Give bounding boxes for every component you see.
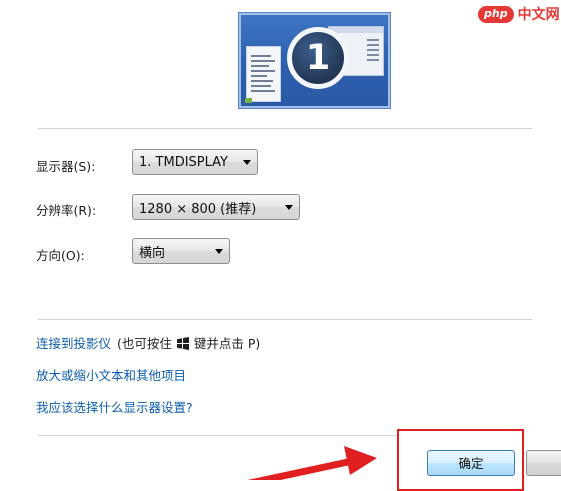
- watermark-site-name: 中文网: [517, 7, 560, 23]
- orientation-label: 方向(O):: [36, 248, 85, 263]
- orientation-select[interactable]: 横向: [132, 238, 230, 264]
- separator-bottom: [38, 435, 398, 436]
- preview-document-thumbnail: [246, 46, 281, 102]
- ok-button[interactable]: 确定: [427, 450, 515, 476]
- projector-hint-prefix: (也可按住: [117, 336, 172, 351]
- separator-middle: [38, 319, 532, 320]
- watermark-badge: php: [478, 5, 514, 23]
- resolution-select[interactable]: 1280 × 800 (推荐): [132, 194, 300, 220]
- resolution-select-value: 1280 × 800 (推荐): [139, 201, 257, 217]
- resolution-label: 分辨率(R):: [36, 203, 97, 218]
- connect-projector-link-text: 连接到投影仪: [36, 336, 112, 351]
- watermark-logo: php 中文网: [478, 4, 560, 24]
- chevron-down-icon: [243, 160, 251, 165]
- chevron-down-icon: [215, 249, 223, 254]
- display-settings-help-link[interactable]: 我应该选择什么显示器设置?: [36, 397, 193, 416]
- preview-taskbar-icon: [245, 98, 252, 103]
- connect-projector-link[interactable]: 连接到投影仪 (也可按住 键并点击 P): [36, 333, 260, 352]
- chevron-down-icon: [285, 205, 293, 210]
- projector-hint-suffix: 键并点击 P): [193, 336, 261, 351]
- monitor-number-badge: 1: [287, 27, 349, 89]
- display-label: 显示器(S):: [36, 159, 96, 174]
- orientation-select-value: 横向: [139, 245, 166, 261]
- monitor-preview[interactable]: 1: [238, 12, 391, 109]
- display-select[interactable]: 1. TMDISPLAY: [132, 149, 258, 175]
- separator-top: [38, 128, 532, 129]
- cancel-button[interactable]: [526, 450, 561, 476]
- text-size-link[interactable]: 放大或缩小文本和其他项目: [36, 365, 186, 384]
- display-select-value: 1. TMDISPLAY: [139, 154, 228, 170]
- windows-logo-icon: [176, 337, 189, 350]
